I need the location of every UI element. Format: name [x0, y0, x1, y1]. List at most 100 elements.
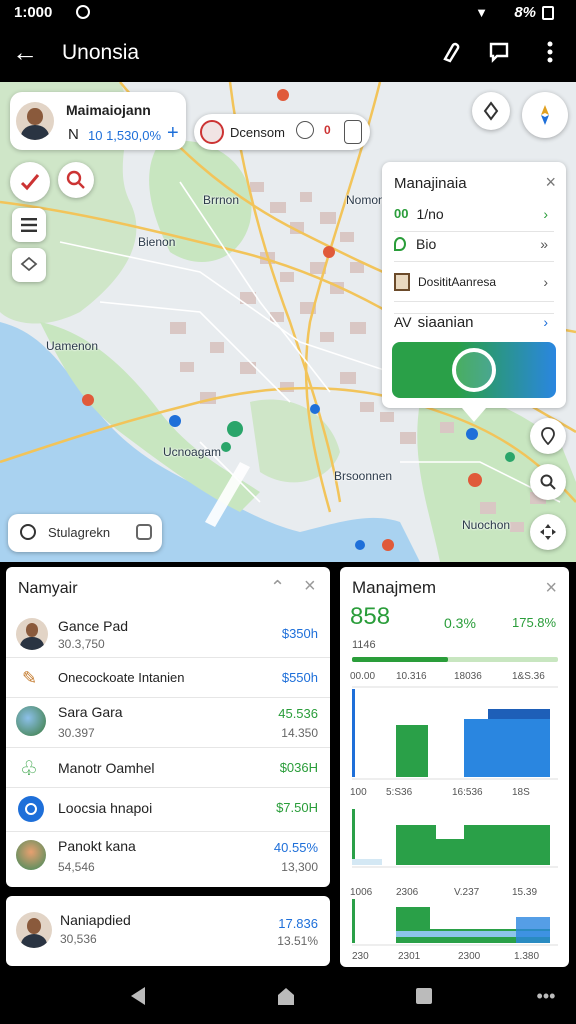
popup-row[interactable]: DosititAanresa ›: [394, 262, 554, 302]
status-time: 1:000: [14, 4, 53, 21]
chart-bar: [516, 917, 550, 943]
map-label: Bienon: [138, 235, 176, 249]
popup-row[interactable]: Bio »: [394, 226, 554, 262]
back-arrow-icon[interactable]: ←: [12, 38, 38, 66]
tick-label: 1.380: [514, 951, 540, 962]
list-panel: Namyair ⌃ × Gance Pad 30.3,750 $350h ✎ O…: [6, 567, 330, 887]
info-icon[interactable]: [296, 121, 314, 139]
chart-bar: [396, 725, 428, 777]
item-value: 40.55%: [273, 840, 318, 855]
collapse-icon[interactable]: ⌃: [270, 577, 285, 598]
search-bar[interactable]: Stulagrekn: [8, 514, 162, 552]
stat-value: 175.8%: [512, 615, 557, 630]
popup-title: Manajinaia: [394, 175, 467, 192]
map-view[interactable]: Brrnon Nomon Bienon Uamenon Ucnoagam Brs…: [0, 82, 576, 562]
nav-home-icon[interactable]: [274, 984, 298, 1008]
tick-label: 5:S36: [386, 787, 413, 798]
item-sub: 30.3,750: [58, 637, 105, 651]
search-icon: [20, 524, 36, 540]
tick-label: 1&S.36: [512, 671, 545, 682]
avatar: [16, 912, 52, 948]
card-icon[interactable]: [344, 120, 362, 144]
popup-row-label: 1/no: [416, 205, 444, 222]
chat-icon[interactable]: [486, 38, 514, 66]
item-value: $350h: [281, 626, 318, 641]
check-icon[interactable]: [10, 162, 50, 202]
profile-name: Maimaiojann: [66, 102, 151, 118]
list-item[interactable]: ♧ Manotr Oamhel $036H: [6, 748, 330, 788]
place-icon: [16, 840, 46, 870]
close-icon[interactable]: ×: [545, 577, 557, 600]
edit-icon[interactable]: [436, 38, 464, 66]
list-item[interactable]: Panokt kana 54,546 40.55% 13,300: [6, 832, 330, 882]
layers-icon[interactable]: [12, 248, 46, 282]
item-value: 45.536: [278, 706, 318, 721]
chart-bar: [352, 859, 382, 865]
zoom-search-icon[interactable]: [58, 162, 94, 198]
close-icon[interactable]: ×: [304, 575, 316, 598]
item-title: Panokt kana: [58, 838, 136, 854]
tick-label: 2306: [396, 887, 419, 898]
profile-card[interactable]: Maimaiojann N 10 1,530,0% +: [10, 92, 186, 150]
search-icon[interactable]: [530, 464, 566, 500]
filter-icon[interactable]: [136, 524, 152, 540]
chevron-right-icon: ›: [543, 314, 548, 330]
tick-label: 1006: [350, 887, 373, 898]
nav-more-icon[interactable]: •••: [534, 984, 558, 1008]
progress-track: [352, 657, 558, 662]
item-sub: 54,546: [58, 860, 95, 874]
popup-row-label: DosititAanresa: [418, 274, 497, 289]
location-icon[interactable]: [530, 418, 566, 454]
tick-label: V.237: [454, 887, 480, 898]
navigation-icon[interactable]: [522, 92, 568, 138]
chart-bar: [464, 719, 550, 777]
list-item[interactable]: Loocsia hnapoi $7.50H: [6, 788, 330, 832]
item-value-secondary: 14.350: [281, 726, 318, 740]
tick-label: 100: [350, 787, 367, 798]
chevron-right-icon: »: [540, 235, 548, 252]
chart-bar: [464, 825, 550, 865]
close-icon[interactable]: ×: [545, 172, 556, 193]
circle-icon: [18, 796, 44, 822]
tick-label: 230: [352, 951, 369, 962]
item-value: 17.836: [278, 916, 318, 931]
add-button[interactable]: +: [167, 122, 179, 145]
more-vert-icon[interactable]: [536, 38, 564, 66]
app-bar: ← Unonsia: [0, 26, 576, 82]
nav-back-icon[interactable]: [126, 984, 150, 1008]
item-sub: 30.397: [58, 726, 95, 740]
stethoscope-icon: ♧: [20, 758, 38, 780]
nav-recents-icon[interactable]: [412, 984, 436, 1008]
chart-axis-bar: [352, 689, 355, 777]
sub-value: 1146: [352, 639, 376, 651]
move-icon[interactable]: [530, 514, 566, 550]
chevron-right-icon: ›: [543, 205, 548, 222]
popup-row-icon: AV: [394, 314, 412, 330]
tick-label: 2301: [398, 951, 421, 962]
tick-label: 18036: [454, 671, 482, 682]
list-item[interactable]: ✎ Onecockoate Intanien $550h: [6, 658, 330, 698]
list-item[interactable]: Sara Gara 30.397 45.536 14.350: [6, 698, 330, 748]
chart-bar: [396, 825, 436, 865]
bar-chart: [352, 686, 558, 946]
item-sub: 30,536: [60, 932, 97, 946]
map-label: Uamenon: [46, 339, 99, 353]
toggle-button[interactable]: [392, 342, 556, 398]
panel-title: Manajmem: [352, 578, 437, 597]
big-value: 858: [350, 603, 391, 630]
tools-icon: ✎: [22, 668, 38, 688]
map-label: Brsoonnen: [334, 469, 393, 483]
popup-row[interactable]: AV siaanian ›: [394, 302, 554, 342]
map-label: Nomon: [346, 193, 385, 207]
compass-icon[interactable]: [472, 92, 510, 130]
menu-icon[interactable]: [12, 208, 46, 242]
tick-label: 00.00: [350, 671, 376, 682]
popup-row-label: Bio: [416, 235, 437, 252]
search-text: Stulagrekn: [48, 525, 111, 540]
location-pill[interactable]: Dcensom 0: [194, 114, 370, 150]
popup-row-label: siaanian: [417, 313, 474, 331]
map-label: Nuochon: [462, 518, 511, 532]
list-item[interactable]: Gance Pad 30.3,750 $350h: [6, 612, 330, 658]
list-item[interactable]: Naniapdied 30,536 17.836 13.51%: [6, 896, 330, 966]
chart-bar: [488, 709, 550, 719]
